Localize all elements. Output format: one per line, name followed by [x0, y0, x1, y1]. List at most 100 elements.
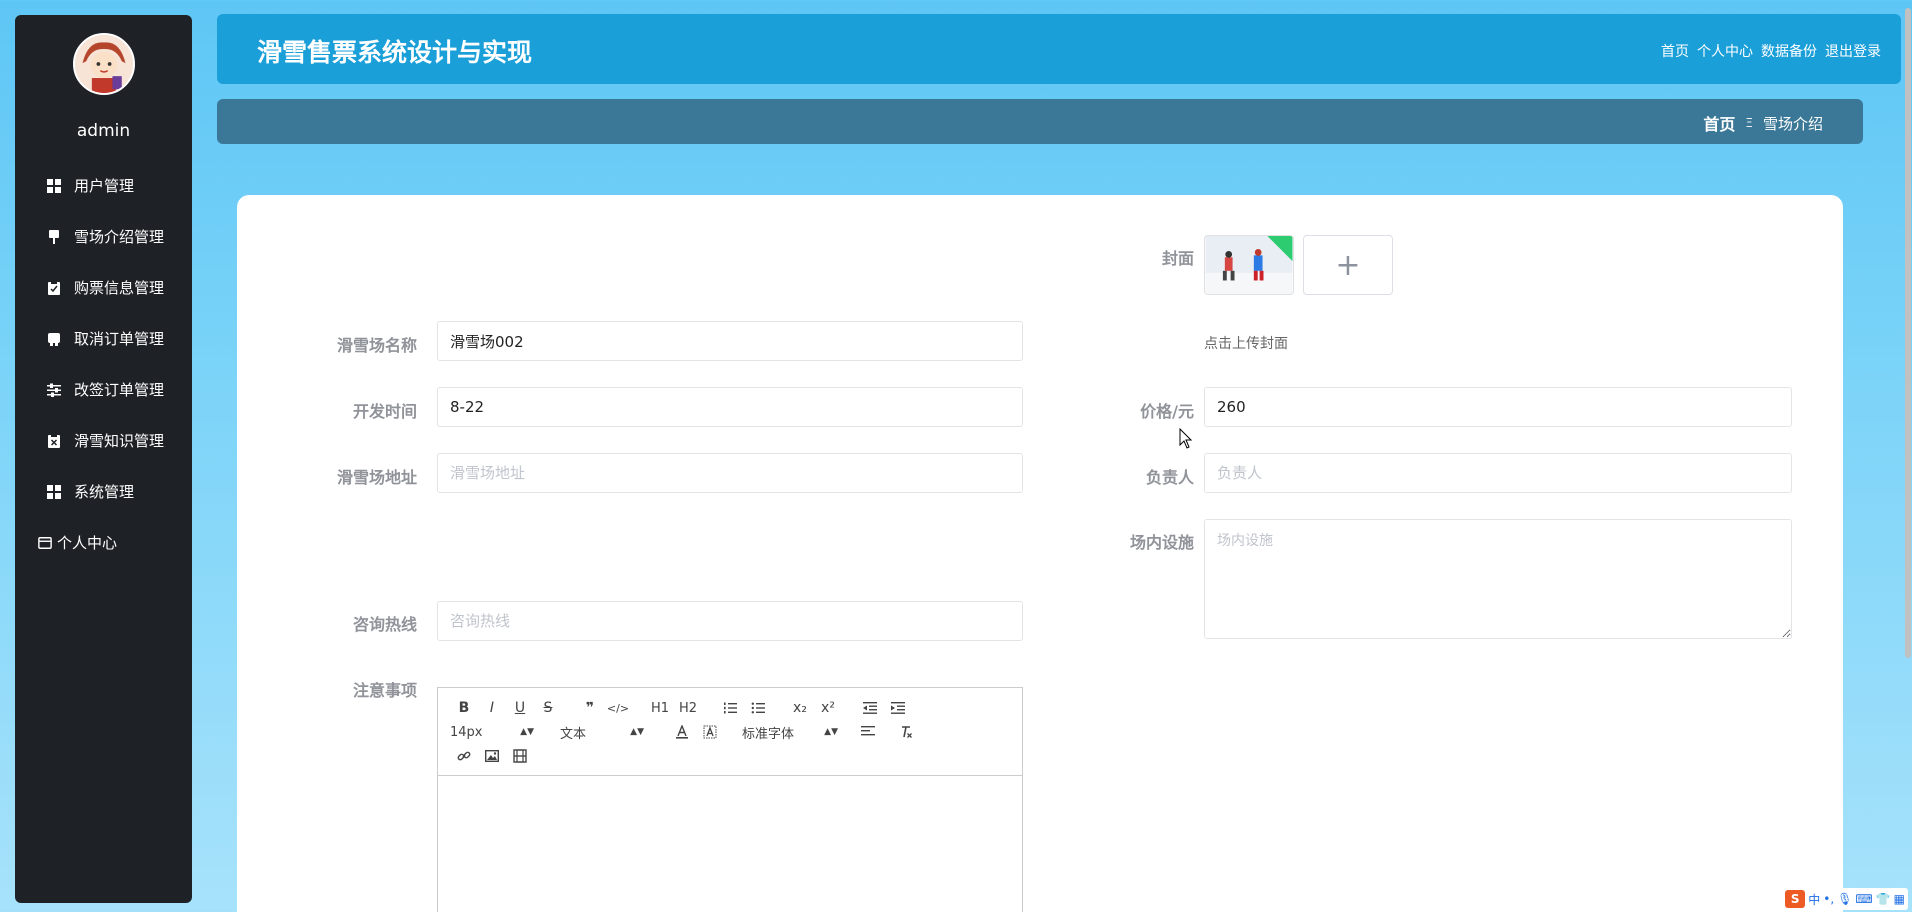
sidebar-item-ski-resort[interactable]: 雪场介绍管理	[15, 211, 192, 262]
wallet-icon	[37, 535, 53, 551]
address-input[interactable]	[437, 453, 1023, 493]
block-type-select[interactable]: 文本 ▲▼	[560, 721, 648, 743]
sidebar-item-label: 取消订单管理	[74, 330, 165, 348]
strike-button[interactable]: S	[534, 697, 562, 719]
font-size-value: 14px	[450, 724, 483, 740]
name-label: 滑雪场名称	[336, 336, 417, 355]
sidebar-item-system[interactable]: 系统管理	[15, 466, 192, 517]
clipboard-icon	[46, 280, 62, 296]
sidebar-item-tickets[interactable]: 购票信息管理	[15, 262, 192, 313]
breadcrumb-home[interactable]: 首页	[1703, 111, 1735, 135]
open-time-input[interactable]	[437, 387, 1023, 427]
grid-icon	[46, 178, 62, 194]
upload-cover-button[interactable]: +	[1303, 235, 1393, 295]
microphone-icon[interactable]: 🎙	[1837, 892, 1852, 906]
ime-punct-indicator[interactable]: •,	[1823, 892, 1834, 906]
code-block-button[interactable]: </>	[604, 697, 632, 719]
pin-icon	[46, 229, 62, 245]
clear-format-icon[interactable]	[892, 721, 920, 743]
sidebar-item-users[interactable]: 用户管理	[15, 160, 192, 211]
toolbar-row-2: 14px ▲▼ 文本 ▲▼ 标准字体 ▲▼	[450, 720, 1010, 744]
ime-mode-indicator[interactable]: 中	[1808, 891, 1820, 908]
avatar[interactable]	[73, 33, 135, 95]
notes-label: 注意事项	[352, 681, 417, 700]
sidebar-item-cancel-orders[interactable]: 取消订单管理	[15, 313, 192, 364]
ski-resort-name-input[interactable]	[437, 321, 1023, 361]
sidebar-item-reschedule-orders[interactable]: 改签订单管理	[15, 364, 192, 415]
ime-toolbar: S 中 •, 🎙 ⌨ 👕 ▦	[1782, 888, 1908, 910]
sidebar-menu: 用户管理 雪场介绍管理 购票信息管理 取消订单管理 改签订单管理 滑雪知识管理 …	[15, 160, 192, 568]
keyboard-icon[interactable]: ⌨	[1855, 892, 1872, 906]
notes-rich-editor: B I U S ❞ </> H1 H2 x₂ x² 14px ▲▼ 文本 ▲▼ …	[437, 687, 1023, 912]
breadcrumb: 首页 Ξ 雪场介绍	[1703, 111, 1823, 135]
superscript-button[interactable]: x²	[814, 697, 842, 719]
skin-icon[interactable]: 👕	[1876, 892, 1891, 906]
breadcrumb-bar: 首页 Ξ 雪场介绍	[217, 99, 1863, 144]
sidebar-item-ski-knowledge[interactable]: 滑雪知识管理	[15, 415, 192, 466]
mouse-cursor-icon	[1179, 428, 1193, 449]
sidebar-item-label: 系统管理	[74, 483, 135, 501]
nav-personal-center-link[interactable]: 个人中心	[1697, 41, 1753, 61]
video-icon[interactable]	[506, 745, 534, 767]
facilities-textarea[interactable]	[1204, 519, 1792, 639]
link-icon[interactable]	[450, 745, 478, 767]
italic-button[interactable]: I	[478, 697, 506, 719]
header-nav: 首页 个人中心 数据备份 退出登录	[1661, 41, 1881, 61]
select-arrow-icon: ▲▼	[630, 727, 644, 737]
underline-button[interactable]: U	[506, 697, 534, 719]
manager-input[interactable]	[1204, 453, 1792, 493]
select-arrow-icon: ▲▼	[520, 727, 534, 737]
heading1-button[interactable]: H1	[646, 697, 674, 719]
sidebar-item-label: 用户管理	[74, 177, 135, 195]
ordered-list-icon[interactable]	[716, 697, 744, 719]
manager-label: 负责人	[1145, 468, 1194, 487]
toolbox-icon[interactable]: ▦	[1894, 892, 1905, 906]
background-color-icon[interactable]	[696, 721, 724, 743]
page-scrollbar[interactable]	[1904, 0, 1912, 912]
block-type-value: 文本	[560, 726, 587, 742]
bullet-list-icon[interactable]	[744, 697, 772, 719]
hotline-label: 咨询热线	[352, 615, 417, 634]
cover-image[interactable]	[1204, 235, 1294, 295]
editor-content-area[interactable]	[438, 776, 1022, 912]
nav-home-link[interactable]: 首页	[1661, 41, 1689, 61]
select-arrow-icon: ▲▼	[824, 727, 838, 737]
font-family-value: 标准字体	[742, 726, 795, 742]
card-icon	[46, 331, 62, 347]
font-family-select[interactable]: 标准字体 ▲▼	[742, 721, 842, 743]
price-label: 价格/元	[1140, 402, 1194, 421]
sidebar-item-label: 购票信息管理	[74, 279, 165, 297]
plus-icon: +	[1335, 247, 1361, 283]
sidebar-item-label: 个人中心	[57, 534, 118, 552]
bold-button[interactable]: B	[450, 697, 478, 719]
address-label: 滑雪场地址	[336, 468, 417, 487]
clipboard-x-icon	[46, 433, 62, 449]
nav-data-backup-link[interactable]: 数据备份	[1761, 41, 1817, 61]
username: admin	[76, 121, 131, 141]
outdent-icon[interactable]	[856, 697, 884, 719]
sidebar: admin 用户管理 雪场介绍管理 购票信息管理 取消订单管理 改签订单管理 滑…	[15, 15, 192, 903]
sidebar-item-label: 改签订单管理	[74, 381, 165, 399]
font-color-icon[interactable]	[668, 721, 696, 743]
hotline-input[interactable]	[437, 601, 1023, 641]
editor-toolbar: B I U S ❞ </> H1 H2 x₂ x² 14px ▲▼ 文本 ▲▼ …	[438, 688, 1022, 776]
breadcrumb-separator: Ξ	[1745, 116, 1753, 130]
sliders-icon	[46, 382, 62, 398]
sogou-ime-icon[interactable]: S	[1785, 890, 1806, 908]
heading2-button[interactable]: H2	[674, 697, 702, 719]
sidebar-item-personal-center[interactable]: 个人中心	[15, 517, 192, 568]
align-icon[interactable]	[854, 721, 882, 743]
nav-logout-link[interactable]: 退出登录	[1825, 41, 1881, 61]
sidebar-item-label: 滑雪知识管理	[74, 432, 165, 450]
blockquote-button[interactable]: ❞	[576, 697, 604, 719]
font-size-select[interactable]: 14px ▲▼	[450, 721, 538, 743]
scrollbar-thumb[interactable]	[1905, 8, 1911, 658]
price-input[interactable]	[1204, 387, 1792, 427]
grid-icon	[46, 484, 62, 500]
indent-icon[interactable]	[884, 697, 912, 719]
top-header: 滑雪售票系统设计与实现 首页 个人中心 数据备份 退出登录	[217, 14, 1901, 84]
image-icon[interactable]	[478, 745, 506, 767]
subscript-button[interactable]: x₂	[786, 697, 814, 719]
avatar-image	[75, 35, 133, 93]
facilities-label: 场内设施	[1129, 533, 1194, 552]
